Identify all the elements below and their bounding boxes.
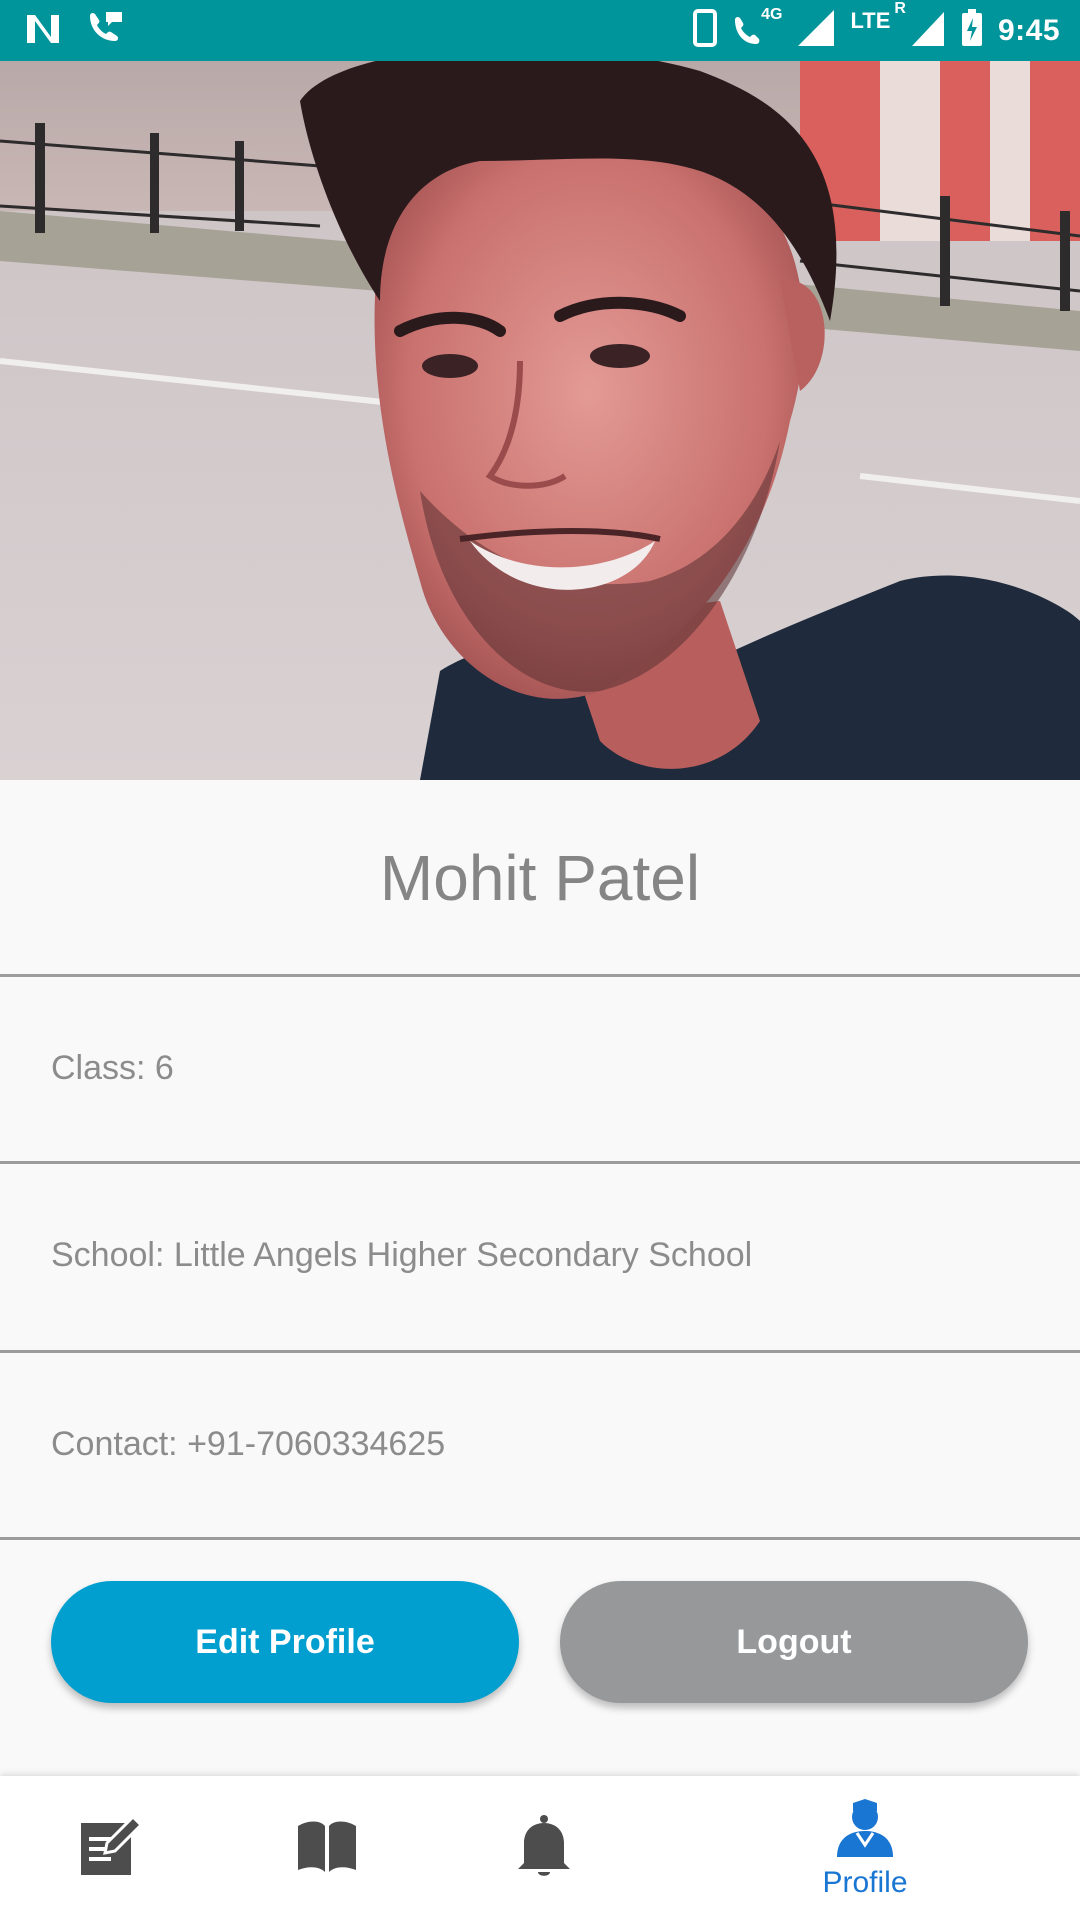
lte-roaming-group: LTE R [850,0,946,53]
assignment-icon [77,1813,144,1884]
nav-item-profile[interactable]: Profile [800,1776,930,1920]
school-row: School: Little Angels Higher Secondary S… [51,1236,753,1274]
status-bar: 4G LTE R 9:45 [0,0,1080,61]
nav-item-profile-label: Profile [822,1865,908,1899]
edit-profile-button[interactable]: Edit Profile [51,1581,519,1703]
nav-item-notifications[interactable] [474,1776,614,1920]
logout-button[interactable]: Logout [560,1581,1028,1703]
status-bar-right: 4G LTE R 9:45 [693,0,1060,53]
book-icon [294,1818,360,1879]
clock: 9:45 [997,13,1060,47]
profile-photo [0,61,1080,780]
network-lte-label: LTE [850,8,891,33]
status-bar-left [24,8,124,53]
phone-device-icon [693,9,718,52]
nav-item-books[interactable] [257,1776,397,1920]
signal-strength-icon [796,8,836,53]
netflix-notification-icon [24,11,62,50]
profile-name: Mohit Patel [379,841,701,914]
roaming-label: R [894,0,906,17]
network-4g-label: 4G [761,5,783,23]
profile-icon [835,1797,895,1864]
class-row: Class: 6 [51,1049,174,1087]
chat-notification-icon [84,10,124,51]
battery-charging-icon [960,8,984,53]
divider [0,1537,1080,1540]
bottom-navigation: Profile [0,1776,1080,1920]
bell-icon [514,1813,574,1884]
signal-strength-2-icon [910,8,946,53]
volte-call-icon: 4G [731,6,782,48]
nav-item-assignments[interactable] [40,1776,180,1920]
contact-row: Contact: +91-7060334625 [51,1425,446,1463]
